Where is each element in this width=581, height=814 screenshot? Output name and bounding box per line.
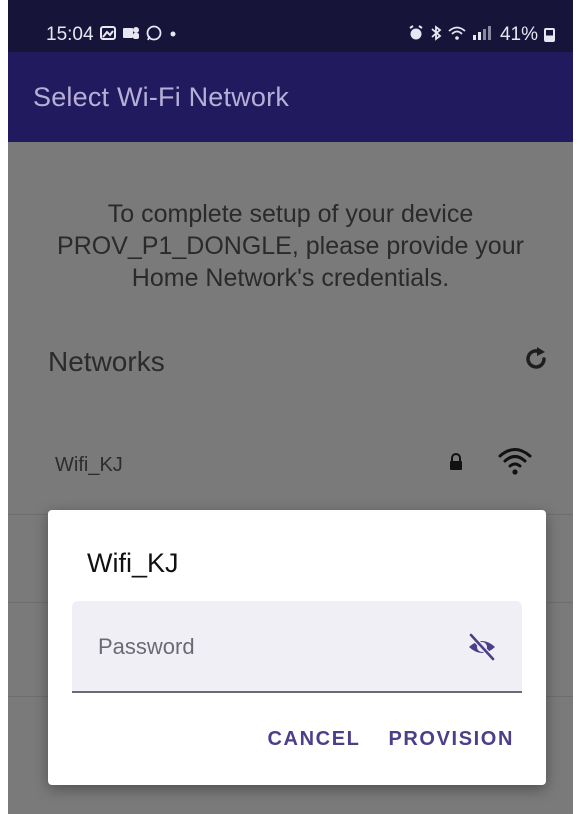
intro-line-2: PROV_P1_DONGLE, please provide your bbox=[57, 232, 524, 260]
password-dialog: Wifi_KJ CANCEL PROVISION bbox=[48, 510, 546, 785]
dialog-actions: CANCEL PROVISION bbox=[268, 728, 514, 751]
teams-icon bbox=[122, 25, 140, 46]
status-left: 15:04 bbox=[46, 24, 178, 46]
wifi-signal-icon bbox=[498, 448, 532, 475]
dialog-title: Wifi_KJ bbox=[87, 548, 179, 578]
refresh-icon[interactable] bbox=[521, 344, 551, 374]
alarm-icon bbox=[408, 24, 424, 46]
status-bar: 15:04 41% bbox=[8, 0, 573, 52]
intro-line-1: To complete setup of your device bbox=[107, 200, 474, 228]
visibility-off-icon[interactable] bbox=[466, 631, 498, 663]
app-bar: Select Wi-Fi Network bbox=[8, 52, 573, 142]
cancel-button[interactable]: CANCEL bbox=[268, 728, 361, 751]
lock-icon bbox=[450, 453, 462, 470]
bluetooth-icon bbox=[430, 24, 442, 46]
password-input[interactable] bbox=[96, 629, 460, 665]
battery-icon bbox=[544, 28, 555, 42]
network-list-item[interactable]: Wifi_KJ bbox=[8, 432, 573, 502]
wifi-icon bbox=[448, 25, 466, 46]
networks-heading: Networks bbox=[48, 346, 165, 377]
page-title: Select Wi-Fi Network bbox=[33, 82, 290, 112]
screen: 15:04 41% Select Wi-Fi Network To comple… bbox=[0, 0, 581, 814]
provision-button[interactable]: PROVISION bbox=[388, 728, 514, 751]
intro-line-3: Home Network's credentials. bbox=[131, 264, 450, 292]
password-field[interactable] bbox=[72, 601, 522, 693]
battery-percent: 41% bbox=[499, 24, 538, 45]
signal-icon bbox=[472, 25, 494, 46]
status-right: 41% bbox=[408, 24, 555, 46]
status-time: 15:04 bbox=[46, 24, 94, 45]
network-name: Wifi_KJ bbox=[55, 454, 123, 476]
whatsapp-icon bbox=[146, 25, 162, 46]
dot-icon bbox=[168, 25, 178, 46]
intro-text: To complete setup of your device PROV_P1… bbox=[8, 198, 573, 294]
gallery-icon bbox=[99, 25, 116, 46]
